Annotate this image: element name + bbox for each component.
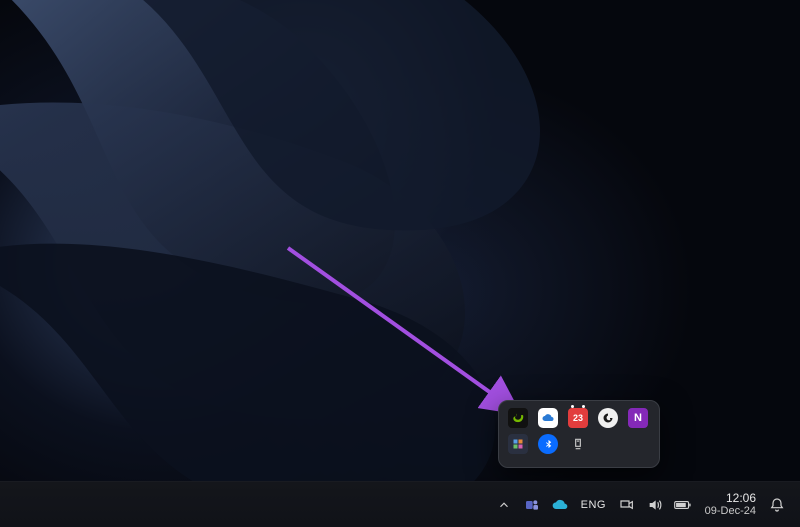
- system-tray: ENG 12:06 09-Dec-24: [491, 482, 796, 527]
- tray-item-bluetooth[interactable]: [538, 434, 558, 454]
- onenote-letter: N: [634, 412, 642, 424]
- tray-item-safely-remove[interactable]: [568, 434, 588, 454]
- language-label: ENG: [581, 499, 606, 511]
- clock-date: 09-Dec-24: [705, 505, 756, 517]
- volume-icon[interactable]: [642, 489, 668, 521]
- notifications-icon[interactable]: [764, 489, 790, 521]
- calendar-day-badge: 23: [573, 413, 583, 423]
- tray-taskbar-item-teams[interactable]: [519, 489, 545, 521]
- tray-item-cloud-app[interactable]: [538, 408, 558, 428]
- tray-overflow-chevron[interactable]: [491, 489, 517, 521]
- tray-item-app-generic[interactable]: [508, 434, 528, 454]
- tray-item-calendar[interactable]: 23: [568, 408, 588, 428]
- network-icon[interactable]: [614, 489, 640, 521]
- system-tray-overflow-flyout: 23 N: [498, 400, 660, 468]
- taskbar: ENG 12:06 09-Dec-24: [0, 481, 800, 527]
- desktop-wallpaper: [0, 0, 800, 527]
- battery-icon[interactable]: [670, 489, 696, 521]
- clock-time: 12:06: [726, 492, 756, 505]
- tray-item-logitech-g[interactable]: [598, 408, 618, 428]
- tray-item-onenote[interactable]: N: [628, 408, 648, 428]
- tray-taskbar-item-onedrive[interactable]: [547, 489, 573, 521]
- clock[interactable]: 12:06 09-Dec-24: [698, 489, 762, 521]
- tray-item-nvidia[interactable]: [508, 408, 528, 428]
- language-indicator[interactable]: ENG: [575, 489, 612, 521]
